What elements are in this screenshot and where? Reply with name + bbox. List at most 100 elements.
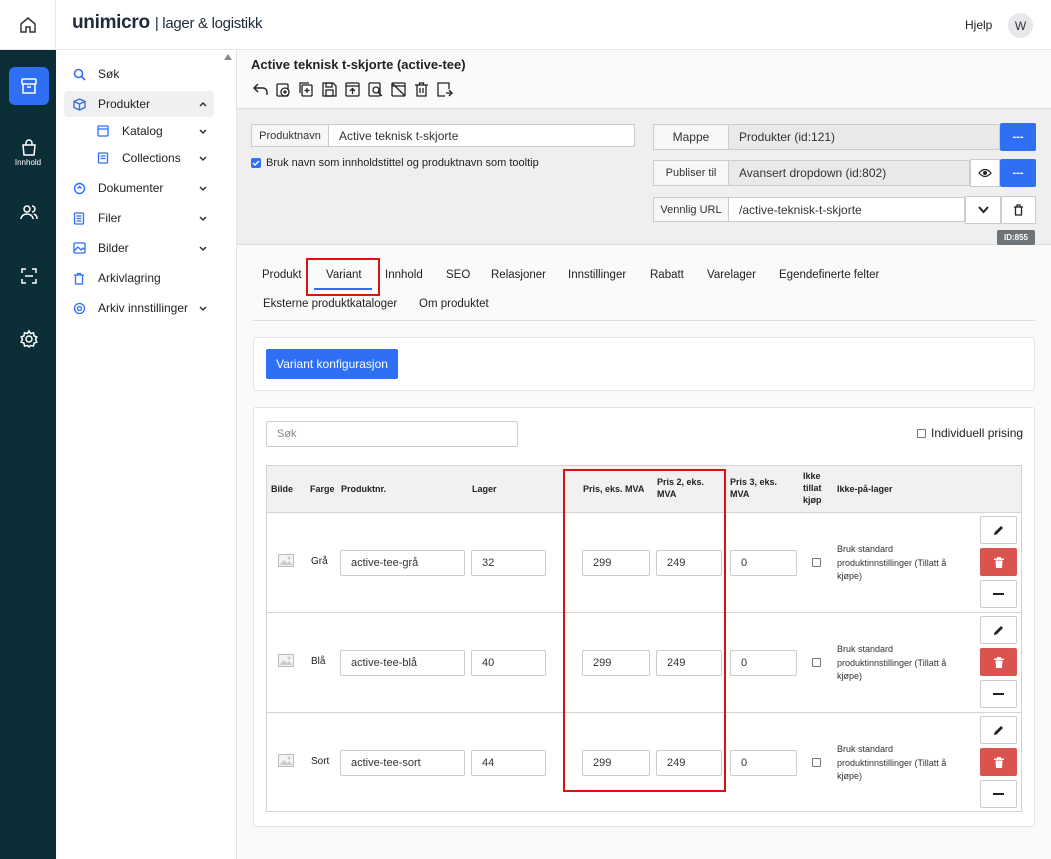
url-delete-button[interactable] [1001, 196, 1036, 224]
tab-relasjoner[interactable]: Relasjoner [491, 269, 546, 281]
publish-browse-button[interactable]: --- [1000, 159, 1036, 187]
sidebar-item-files[interactable]: Filer [64, 205, 214, 231]
url-dropdown-button[interactable] [965, 196, 1001, 224]
stock-input[interactable]: 40 [471, 650, 546, 676]
url-label: Vennlig URL [653, 197, 729, 222]
avatar[interactable]: W [1008, 13, 1033, 38]
delete-variant-button[interactable] [980, 648, 1017, 676]
rail-settings-button[interactable] [9, 320, 49, 358]
image-placeholder-icon [278, 754, 294, 767]
no-buy-checkbox[interactable] [812, 658, 821, 667]
rail-shop-button[interactable] [9, 129, 49, 167]
hide-button[interactable] [389, 80, 408, 99]
move-button[interactable] [435, 80, 454, 99]
publish-value: Avansert dropdown (id:802) [728, 160, 970, 186]
help-link[interactable]: Hjelp [965, 18, 992, 32]
stock-setting-text: Bruk standard produktinnstillinger (Till… [837, 744, 947, 781]
col-sku: Produktnr. [341, 484, 387, 494]
col-out-of-stock: Ikke-på-lager [837, 484, 893, 494]
variant-color: Grå [311, 556, 328, 567]
sidebar-item-catalog[interactable]: Katalog [88, 118, 214, 144]
rail-integrations-button[interactable] [9, 257, 49, 295]
tab-produkt[interactable]: Produkt [262, 269, 302, 281]
top-bar: unimicro | lager & logistikk Hjelp W [0, 0, 1051, 50]
remove-button[interactable] [980, 780, 1017, 808]
save-button[interactable] [320, 80, 339, 99]
delete-variant-button[interactable] [980, 548, 1017, 576]
hide-icon [391, 82, 406, 97]
remove-button[interactable] [980, 680, 1017, 708]
pencil-icon [994, 725, 1003, 735]
minus-icon [993, 792, 1004, 795]
product-header-panel: Produktnavn Active teknisk t-skjorte Bru… [237, 108, 1051, 245]
tab-innstillinger[interactable]: Innstillinger [568, 269, 626, 281]
sidebar-item-search[interactable]: Søk [64, 61, 214, 87]
rail-content-button[interactable] [9, 67, 49, 105]
variant-config-button[interactable]: Variant konfigurasjon [266, 349, 398, 379]
sidebar-item-label: Filer [98, 211, 122, 225]
chevron-down-icon [199, 216, 207, 222]
delete-button[interactable] [412, 80, 431, 99]
checkbox-checked-icon[interactable] [251, 158, 261, 168]
folder-browse-button[interactable]: --- [1000, 123, 1036, 151]
individual-pricing-option[interactable]: Individuell prising [917, 426, 1023, 440]
price3-input[interactable]: 0 [730, 650, 797, 676]
no-buy-checkbox[interactable] [812, 758, 821, 767]
add-button[interactable] [274, 80, 293, 99]
sidebar-item-documents[interactable]: Dokumenter [64, 175, 214, 201]
variant-search-input[interactable]: Søk [266, 421, 518, 447]
sidebar-item-collections[interactable]: Collections [88, 145, 214, 171]
publish-button[interactable] [343, 80, 362, 99]
tab-innhold[interactable]: Innhold [385, 269, 423, 281]
tab-rabatt[interactable]: Rabatt [650, 269, 684, 281]
pencil-icon [994, 525, 1003, 535]
preview-button[interactable] [366, 80, 385, 99]
trash-icon [1014, 204, 1023, 216]
tooltip-option[interactable]: Bruk navn som innholdstittel og produktn… [251, 157, 539, 169]
sidebar-item-images[interactable]: Bilder [64, 235, 214, 261]
delete-variant-button[interactable] [980, 748, 1017, 776]
scroll-up-icon[interactable] [223, 53, 233, 61]
sidebar-item-archive[interactable]: Arkivlagring [64, 265, 214, 291]
collections-icon [95, 152, 111, 164]
no-buy-checkbox[interactable] [812, 558, 821, 567]
edit-button[interactable] [980, 716, 1017, 744]
stock-input[interactable]: 44 [471, 750, 546, 776]
publish-preview-button[interactable] [970, 159, 1000, 187]
copy-button[interactable] [297, 80, 316, 99]
chevron-down-icon [199, 246, 207, 252]
undo-button[interactable] [251, 80, 270, 99]
sku-input[interactable]: active-tee-grå [340, 550, 465, 576]
sidebar-item-products[interactable]: Produkter [64, 91, 214, 117]
productname-label: Produktnavn [251, 124, 329, 147]
tab-egendefinerte-felter[interactable]: Egendefinerte felter [779, 269, 879, 281]
url-input[interactable]: /active-teknisk-t-skjorte [728, 197, 965, 222]
remove-button[interactable] [980, 580, 1017, 608]
tab-om-produktet[interactable]: Om produktet [419, 298, 489, 310]
sidebar-item-label: Katalog [122, 124, 163, 138]
rail-users-button[interactable] [9, 193, 49, 231]
edit-button[interactable] [980, 516, 1017, 544]
home-icon [19, 17, 36, 33]
individual-pricing-checkbox[interactable] [917, 428, 926, 438]
trash-icon [993, 756, 1004, 768]
tab-seo[interactable]: SEO [446, 269, 470, 281]
edit-button[interactable] [980, 616, 1017, 644]
tab-varelager[interactable]: Varelager [707, 269, 756, 281]
home-button[interactable] [0, 0, 56, 50]
sidebar-item-label: Bilder [98, 241, 129, 255]
sku-input[interactable]: active-tee-sort [340, 750, 465, 776]
app-logo: unimicro | lager & logistikk [72, 12, 263, 33]
sku-input[interactable]: active-tee-blå [340, 650, 465, 676]
gear-icon [71, 302, 87, 315]
sidebar-item-label: Dokumenter [98, 181, 164, 195]
stock-input[interactable]: 32 [471, 550, 546, 576]
price3-input[interactable]: 0 [730, 750, 797, 776]
sidebar-item-label: Arkivlagring [98, 271, 161, 285]
price3-input[interactable]: 0 [730, 550, 797, 576]
stock-setting-text: Bruk standard produktinnstillinger (Till… [837, 544, 947, 581]
productname-input[interactable]: Active teknisk t-skjorte [328, 124, 635, 147]
box-icon [71, 97, 87, 111]
tab-eksterne-produktkataloger[interactable]: Eksterne produktkataloger [263, 298, 397, 310]
sidebar-item-archive-settings[interactable]: Arkiv innstillinger [64, 295, 214, 321]
